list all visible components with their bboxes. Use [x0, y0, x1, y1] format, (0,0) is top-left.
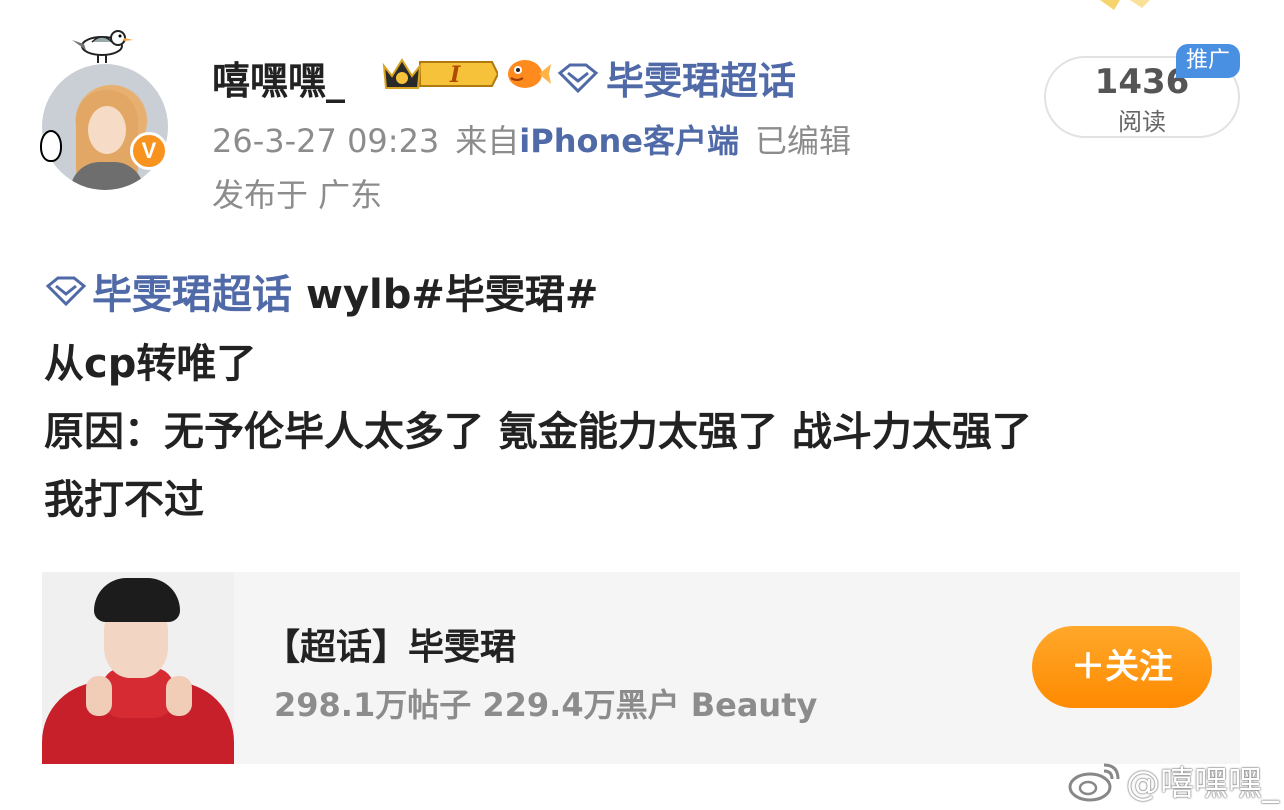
source-prefix: 来自	[455, 122, 520, 160]
post-hashtag-text: wylb#毕雯珺#	[306, 272, 599, 318]
username[interactable]: 嘻嘿嘿_	[212, 50, 345, 105]
supertopic-diamond-icon	[45, 276, 87, 307]
supertopic-diamond-icon	[557, 63, 599, 93]
follow-button[interactable]: ＋关注	[1032, 626, 1212, 708]
verified-badge-icon: V	[130, 132, 168, 170]
weibo-logo-icon	[1068, 763, 1120, 801]
supertopic-card[interactable]: 【超话】毕雯珺 298.1万帖子 229.4万黑户 Beauty ＋关注	[42, 572, 1240, 764]
egg-pendant-icon	[40, 130, 62, 162]
weibo-watermark: @嘻嘿嘿_	[1066, 756, 1279, 805]
post-meta: 26-3-27 09:23 来自iPhone客户端 已编辑	[212, 116, 851, 162]
post-location: 发布于 广东	[212, 176, 383, 214]
read-label: 阅读	[1118, 108, 1166, 136]
avatar-block[interactable]: V	[40, 20, 175, 190]
post-topic-line: 毕雯珺超话 wylb#毕雯珺#	[44, 262, 598, 320]
header-topic-link[interactable]: 毕雯珺超话	[556, 50, 796, 105]
post-topic-label: 毕雯珺超话	[92, 272, 292, 318]
avatar[interactable]	[42, 64, 168, 190]
post-topic-link[interactable]: 毕雯珺超话	[44, 262, 292, 320]
vip-crown-badge-icon[interactable]: I	[380, 54, 498, 94]
watermark-text: @嘻嘿嘿_	[1126, 764, 1279, 804]
supertopic-title: 【超话】毕雯珺	[264, 627, 517, 668]
post-body: 从cp转唯了 原因：无予伦毕人太多了 氪金能力太强了 战斗力太强了 我打不过	[44, 341, 1032, 523]
post-datetime: 26-3-27 09:23	[212, 122, 440, 160]
level-badge-text: I	[449, 62, 461, 88]
decoration-icon	[1100, 0, 1150, 10]
edited-label[interactable]: 已编辑	[755, 122, 851, 160]
post-hashtag[interactable]: wylb#毕雯珺#	[306, 262, 598, 320]
header-topic-label: 毕雯珺超话	[606, 59, 797, 103]
supertopic-stats: 298.1万帖子 229.4万黑户 Beauty	[274, 686, 818, 724]
source-client[interactable]: iPhone客户端	[519, 122, 739, 160]
promote-badge[interactable]: 推广	[1176, 44, 1240, 78]
supertopic-thumbnail	[42, 572, 234, 764]
fish-emblem-icon[interactable]	[505, 56, 551, 92]
seagull-pendant-icon	[72, 30, 133, 63]
